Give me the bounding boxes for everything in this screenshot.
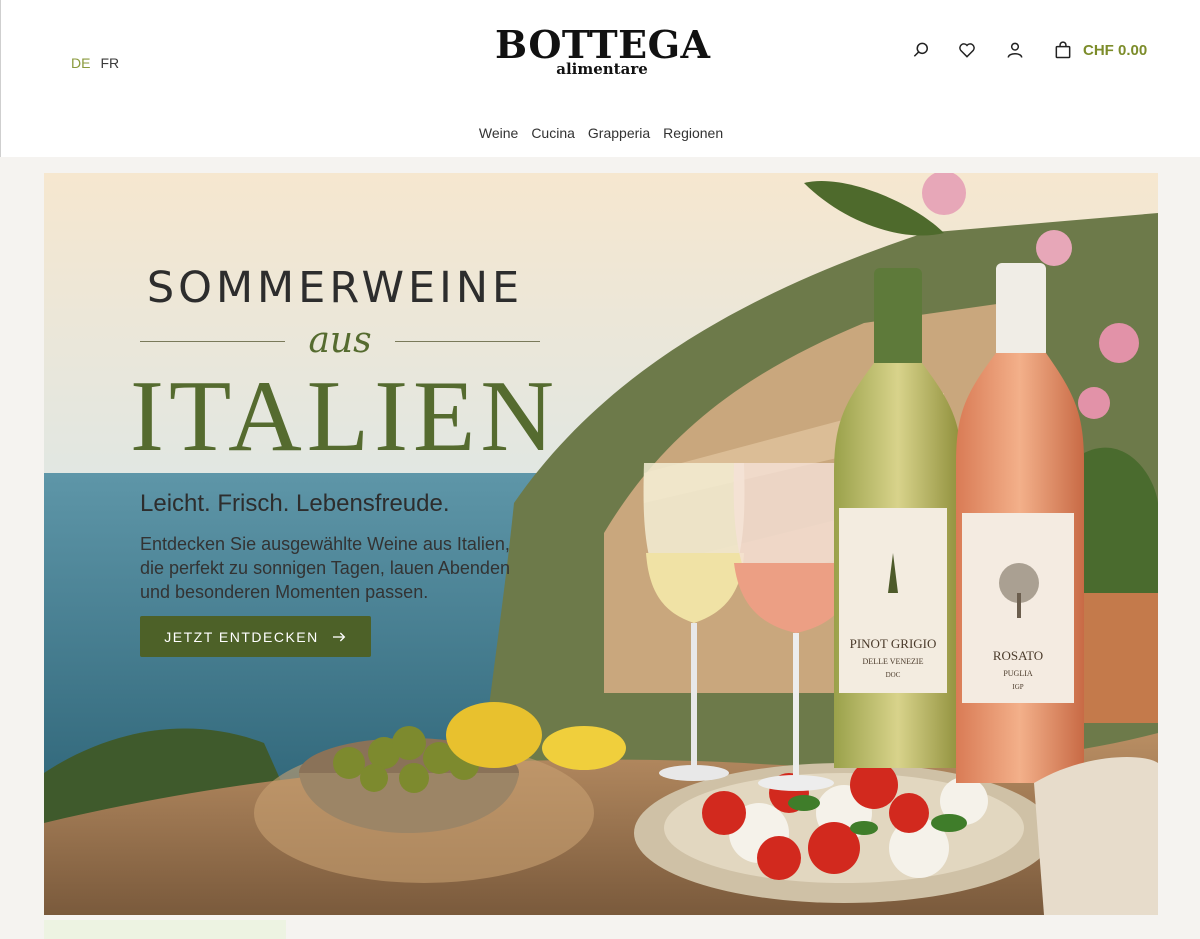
hero-title-top: SOMMERWEINE <box>146 263 524 313</box>
nav-item-regionen[interactable]: Regionen <box>663 125 723 141</box>
hero-banner[interactable]: PINOT GRIGIO DELLE VENEZIE DOC ROSATO PUGLIA… <box>44 173 1158 915</box>
logo[interactable]: BOTTEGA alimentare <box>495 22 711 78</box>
nav-item-grapperia[interactable]: Grapperia <box>588 125 650 141</box>
nav-item-cucina[interactable]: Cucina <box>531 125 575 141</box>
logo-main: BOTTEGA <box>495 22 711 67</box>
user-icon[interactable] <box>1003 38 1027 62</box>
heart-icon[interactable] <box>955 38 979 62</box>
search-icon[interactable] <box>909 38 933 62</box>
hero-description: Entdecken Sie ausgewählte Weine aus Ital… <box>140 534 510 602</box>
main-nav: Weine Cucina Grapperia Regionen <box>1 125 1200 141</box>
header-actions: CHF 0.00 <box>909 38 1147 62</box>
bottle-classification: IGP <box>1012 683 1023 691</box>
hero-title-mid: aus <box>130 316 540 366</box>
bottle-region: DELLE VENEZIE <box>863 657 924 666</box>
hero-title-big: ITALIEN <box>130 360 560 473</box>
language-fr[interactable]: FR <box>100 55 119 71</box>
bottle-name: ROSATO <box>993 648 1043 663</box>
nav-item-weine[interactable]: Weine <box>479 125 518 141</box>
bottle-region: PUGLIA <box>1003 669 1033 678</box>
language-de[interactable]: DE <box>71 55 90 71</box>
title-divider-right <box>395 341 540 342</box>
bottle-name: PINOT GRIGIO <box>850 636 937 651</box>
hero-text: SOMMERWEINE aus ITALIEN Leicht. Frisch. … <box>130 263 560 604</box>
bag-icon[interactable] <box>1051 38 1075 62</box>
bottle-classification: DOC <box>886 671 901 679</box>
language-switcher: DE FR <box>71 55 119 71</box>
product-card-peek <box>44 920 286 939</box>
arrow-right-icon <box>332 632 346 641</box>
cta-button[interactable]: JETZT ENTDECKEN <box>140 616 371 657</box>
cart-total[interactable]: CHF 0.00 <box>1083 42 1147 59</box>
site-header: DE FR BOTTEGA alimentare CHF 0.00 Weine … <box>0 0 1200 157</box>
hero-tagline: Leicht. Frisch. Lebensfreude. <box>140 490 450 517</box>
cta-label: JETZT ENTDECKEN <box>164 628 319 645</box>
